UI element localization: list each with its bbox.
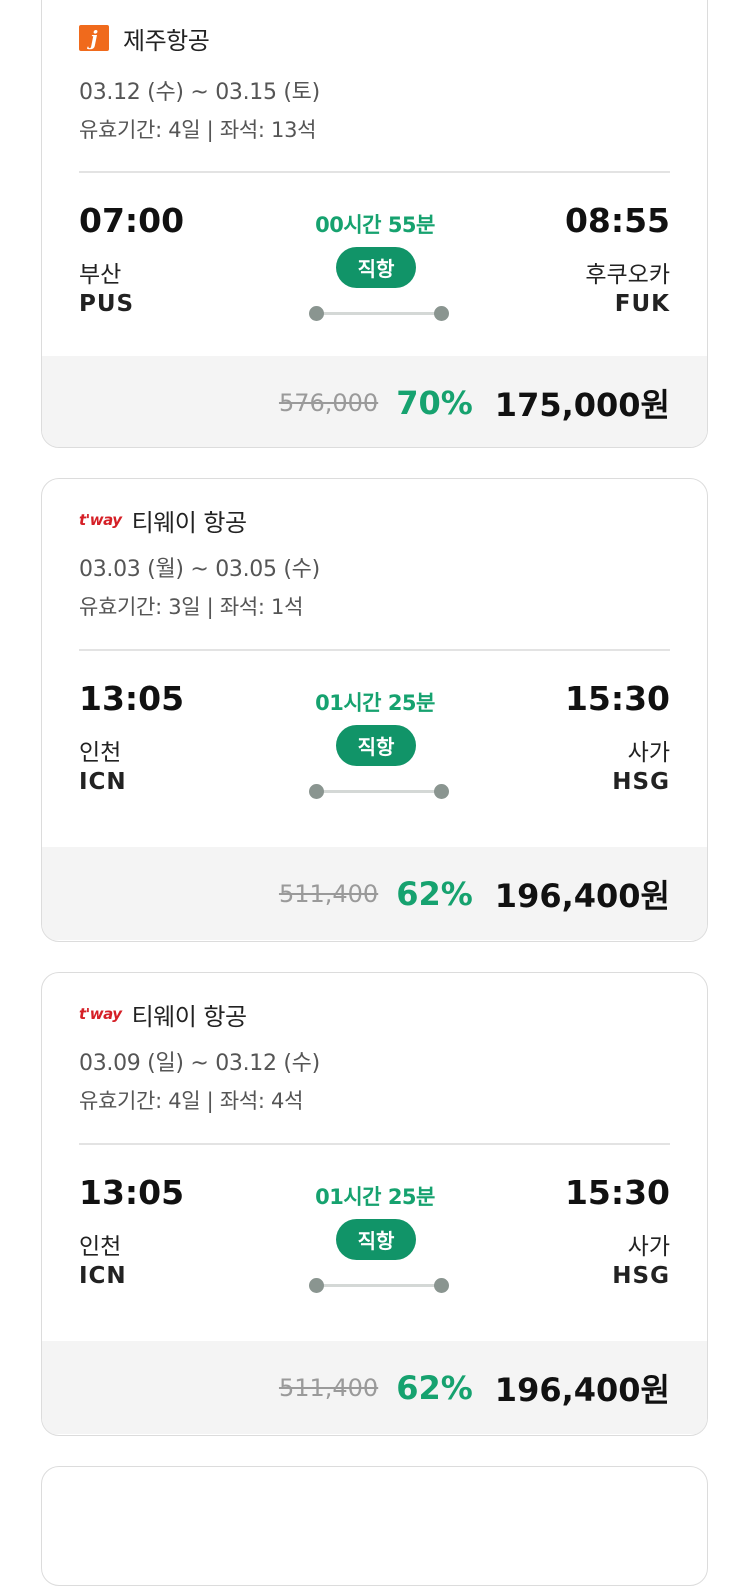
travel-dates: 03.12 (수) ~ 03.15 (토) <box>79 80 320 105</box>
price-band: 511,400 62% 196,400원 <box>42 1341 707 1434</box>
discount-rate: 70% <box>396 383 473 422</box>
origin-dot-icon <box>309 306 324 321</box>
flight-card[interactable]: t'way 티웨이 항공 03.09 (일) ~ 03.12 (수) 유효기간:… <box>41 972 708 1436</box>
arrival-city: 후쿠오카 <box>585 262 670 288</box>
route-line <box>309 1275 449 1295</box>
departure-city: 부산 <box>79 262 122 288</box>
flight-card[interactable]: t'way 티웨이 항공 03.03 (월) ~ 03.05 (수) 유효기간:… <box>41 478 708 942</box>
validity-seats: 유효기간: 3일 | 좌석: 1석 <box>79 595 304 619</box>
departure-code: PUS <box>79 291 135 317</box>
arrival-time: 15:30 <box>564 1173 670 1212</box>
flight-duration: 00시간 55분 <box>315 213 435 237</box>
travel-dates: 03.09 (일) ~ 03.12 (수) <box>79 1051 320 1076</box>
arrival-code: FUK <box>614 291 670 317</box>
divider <box>79 1143 670 1145</box>
original-price: 576,000 <box>278 388 379 417</box>
airline-name: 티웨이 항공 <box>131 1002 248 1031</box>
departure-time: 13:05 <box>79 679 185 718</box>
direct-flight-badge: 직항 <box>336 1219 416 1260</box>
direct-flight-badge: 직항 <box>336 725 416 766</box>
departure-city: 인천 <box>79 1234 122 1260</box>
final-price: 175,000원 <box>494 385 670 424</box>
arrival-city: 사가 <box>627 1234 670 1260</box>
airline-row: t'way 티웨이 항공 <box>79 997 247 1031</box>
arrival-city: 사가 <box>627 740 670 766</box>
flight-duration: 01시간 25분 <box>315 691 435 715</box>
discount-rate: 62% <box>396 874 473 913</box>
arrival-code: HSG <box>612 1263 670 1289</box>
airline-name: 티웨이 항공 <box>131 508 248 537</box>
original-price: 511,400 <box>278 879 379 908</box>
final-price: 196,400원 <box>494 876 670 915</box>
departure-time: 07:00 <box>79 201 185 240</box>
origin-dot-icon <box>309 1278 324 1293</box>
price-band: 511,400 62% 196,400원 <box>42 847 707 940</box>
route-line <box>309 781 449 801</box>
departure-city: 인천 <box>79 740 122 766</box>
validity-seats: 유효기간: 4일 | 좌석: 4석 <box>79 1089 304 1113</box>
arrival-code: HSG <box>612 769 670 795</box>
direct-flight-badge: 직항 <box>336 247 416 288</box>
tway-logo: t'way <box>79 511 122 529</box>
final-price: 196,400원 <box>494 1370 670 1409</box>
jeju-air-logo: j <box>79 25 109 51</box>
tway-logo: t'way <box>79 1005 122 1023</box>
discount-rate: 62% <box>396 1368 473 1407</box>
destination-dot-icon <box>434 1278 449 1293</box>
flight-card[interactable]: j 제주항공 03.12 (수) ~ 03.15 (토) 유효기간: 4일 | … <box>41 0 708 448</box>
divider <box>79 649 670 651</box>
departure-time: 13:05 <box>79 1173 185 1212</box>
arrival-time: 08:55 <box>564 201 670 240</box>
flight-card[interactable] <box>41 1466 708 1586</box>
airline-name: 제주항공 <box>123 26 210 55</box>
origin-dot-icon <box>309 784 324 799</box>
price-band: 576,000 70% 175,000원 <box>42 356 707 447</box>
airline-row: j 제주항공 <box>79 21 210 55</box>
original-price: 511,400 <box>278 1373 379 1402</box>
arrival-time: 15:30 <box>564 679 670 718</box>
destination-dot-icon <box>434 784 449 799</box>
validity-seats: 유효기간: 4일 | 좌석: 13석 <box>79 118 317 142</box>
flight-duration: 01시간 25분 <box>315 1185 435 1209</box>
departure-code: ICN <box>79 769 127 795</box>
departure-code: ICN <box>79 1263 127 1289</box>
destination-dot-icon <box>434 306 449 321</box>
divider <box>79 171 670 173</box>
route-line <box>309 303 449 323</box>
airline-row: t'way 티웨이 항공 <box>79 503 247 537</box>
travel-dates: 03.03 (월) ~ 03.05 (수) <box>79 557 320 582</box>
